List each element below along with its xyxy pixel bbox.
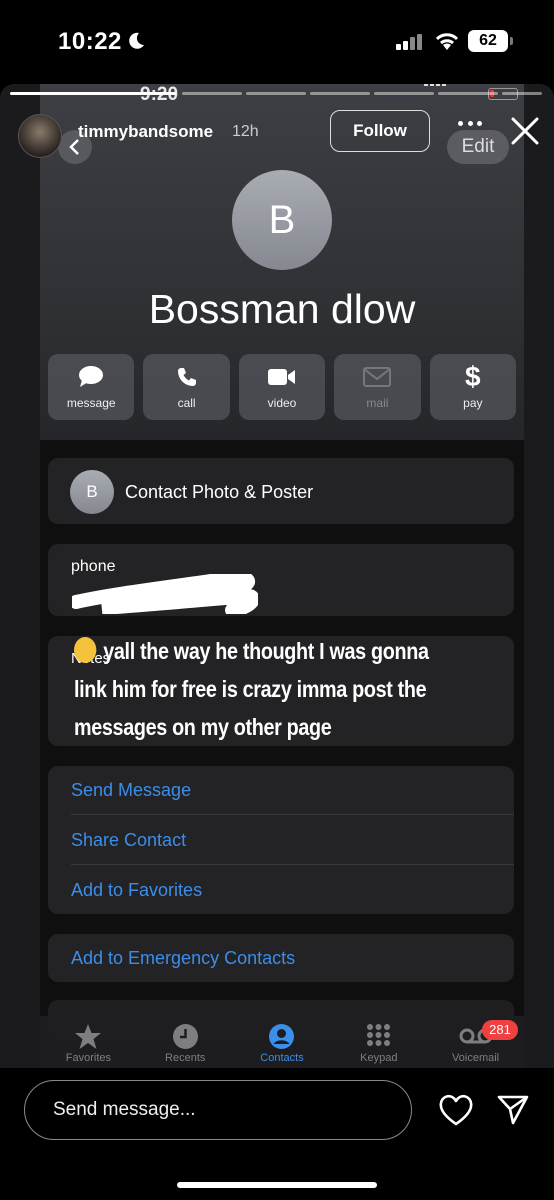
weary-face-emoji-icon — [74, 637, 97, 663]
video-camera-icon — [268, 369, 296, 385]
close-icon[interactable] — [508, 114, 542, 148]
moon-icon — [129, 32, 144, 49]
contact-links-group: Send Message Share Contact Add to Favori… — [48, 766, 514, 914]
send-icon[interactable] — [496, 1092, 530, 1126]
phone-tab-bar: Favorites Recents Contacts Keypad Voicem… — [40, 1016, 524, 1068]
tab-keypad-label: Keypad — [360, 1052, 398, 1064]
pay-action-label: pay — [463, 396, 483, 410]
inner-status-time: 9:20 — [140, 84, 178, 106]
follow-button[interactable]: Follow — [330, 110, 430, 152]
person-icon — [269, 1023, 295, 1049]
status-bar: 10:22 62 — [0, 0, 554, 84]
message-action-label: message — [66, 396, 116, 410]
tab-recents[interactable]: Recents — [137, 1016, 234, 1068]
contact-name: Bossman dlow — [148, 286, 416, 332]
tab-favorites-label: Favorites — [65, 1052, 112, 1064]
keypad-icon — [367, 1023, 391, 1046]
mini-avatar: B — [70, 470, 114, 514]
edit-button[interactable]: Edit — [447, 130, 509, 164]
more-options-icon[interactable] — [458, 118, 482, 128]
voicemail-badge: 281 — [482, 1020, 518, 1040]
story-caption-text: yall the way he thought I was gonna link… — [74, 638, 429, 740]
video-action-label: video — [267, 396, 297, 410]
avatar[interactable] — [18, 114, 62, 158]
heart-icon[interactable] — [438, 1093, 474, 1127]
story-progress-bar — [182, 92, 242, 95]
pay-action-button[interactable]: $ pay — [429, 354, 517, 420]
wifi-icon — [435, 33, 459, 50]
phone-row[interactable]: phone — [48, 544, 514, 616]
phone-icon — [177, 368, 196, 386]
mail-action-label: mail — [366, 396, 389, 410]
emergency-contacts-row[interactable]: Add to Emergency Contacts — [48, 934, 514, 982]
tab-keypad[interactable]: Keypad — [330, 1016, 427, 1068]
home-indicator — [177, 1182, 377, 1188]
star-icon — [75, 1023, 102, 1049]
contact-photo-poster-label: Contact Photo & Poster — [125, 482, 314, 502]
story-progress-bar — [502, 92, 542, 95]
contact-actions: message call video mail $ pay — [48, 354, 517, 420]
send-message-input[interactable] — [25, 1081, 411, 1139]
story-viewer[interactable]: 9:20 B Bossman dlow message call video — [0, 84, 554, 1068]
story-progress-bar-current — [10, 92, 176, 95]
tab-favorites[interactable]: Favorites — [40, 1016, 137, 1068]
story-progress-bar — [374, 92, 434, 95]
battery-indicator: 62 — [468, 30, 513, 52]
story-age: 12h — [232, 123, 259, 140]
add-to-favorites-link[interactable]: Add to Favorites — [71, 880, 202, 901]
tab-contacts[interactable]: Contacts — [234, 1016, 331, 1068]
tab-contacts-label: Contacts — [260, 1052, 304, 1064]
contact-photo-poster-row[interactable]: B Contact Photo & Poster — [48, 458, 514, 524]
dollar-icon: $ — [465, 361, 481, 392]
message-action-button[interactable]: message — [48, 354, 135, 420]
contact-avatar: B — [232, 170, 332, 270]
tab-voicemail-label: Voicemail — [452, 1052, 500, 1064]
send-message-link[interactable]: Send Message — [71, 780, 191, 801]
story-progress-bar — [310, 92, 370, 95]
video-action-button[interactable]: video — [238, 354, 326, 420]
story-progress-bar — [246, 92, 306, 95]
add-to-emergency-contacts-link[interactable]: Add to Emergency Contacts — [71, 948, 295, 969]
mail-action-button[interactable]: mail — [334, 354, 421, 420]
screenshot-content: 9:20 B Bossman dlow message call video — [40, 84, 524, 1068]
clock-icon — [172, 1023, 198, 1049]
mail-icon — [363, 367, 392, 387]
message-bubble-icon — [79, 366, 104, 387]
message-composer[interactable] — [24, 1080, 412, 1140]
story-caption: yall the way he thought I was gonna link… — [74, 632, 435, 746]
call-action-label: call — [177, 396, 196, 410]
redaction-scribble — [72, 574, 258, 614]
status-time: 10:22 — [58, 28, 122, 55]
tab-recents-label: Recents — [165, 1052, 206, 1064]
share-contact-link[interactable]: Share Contact — [71, 830, 186, 851]
call-action-button[interactable]: call — [143, 354, 230, 420]
story-progress-bar — [438, 92, 498, 95]
story-username[interactable]: timmybandsome — [78, 122, 213, 142]
